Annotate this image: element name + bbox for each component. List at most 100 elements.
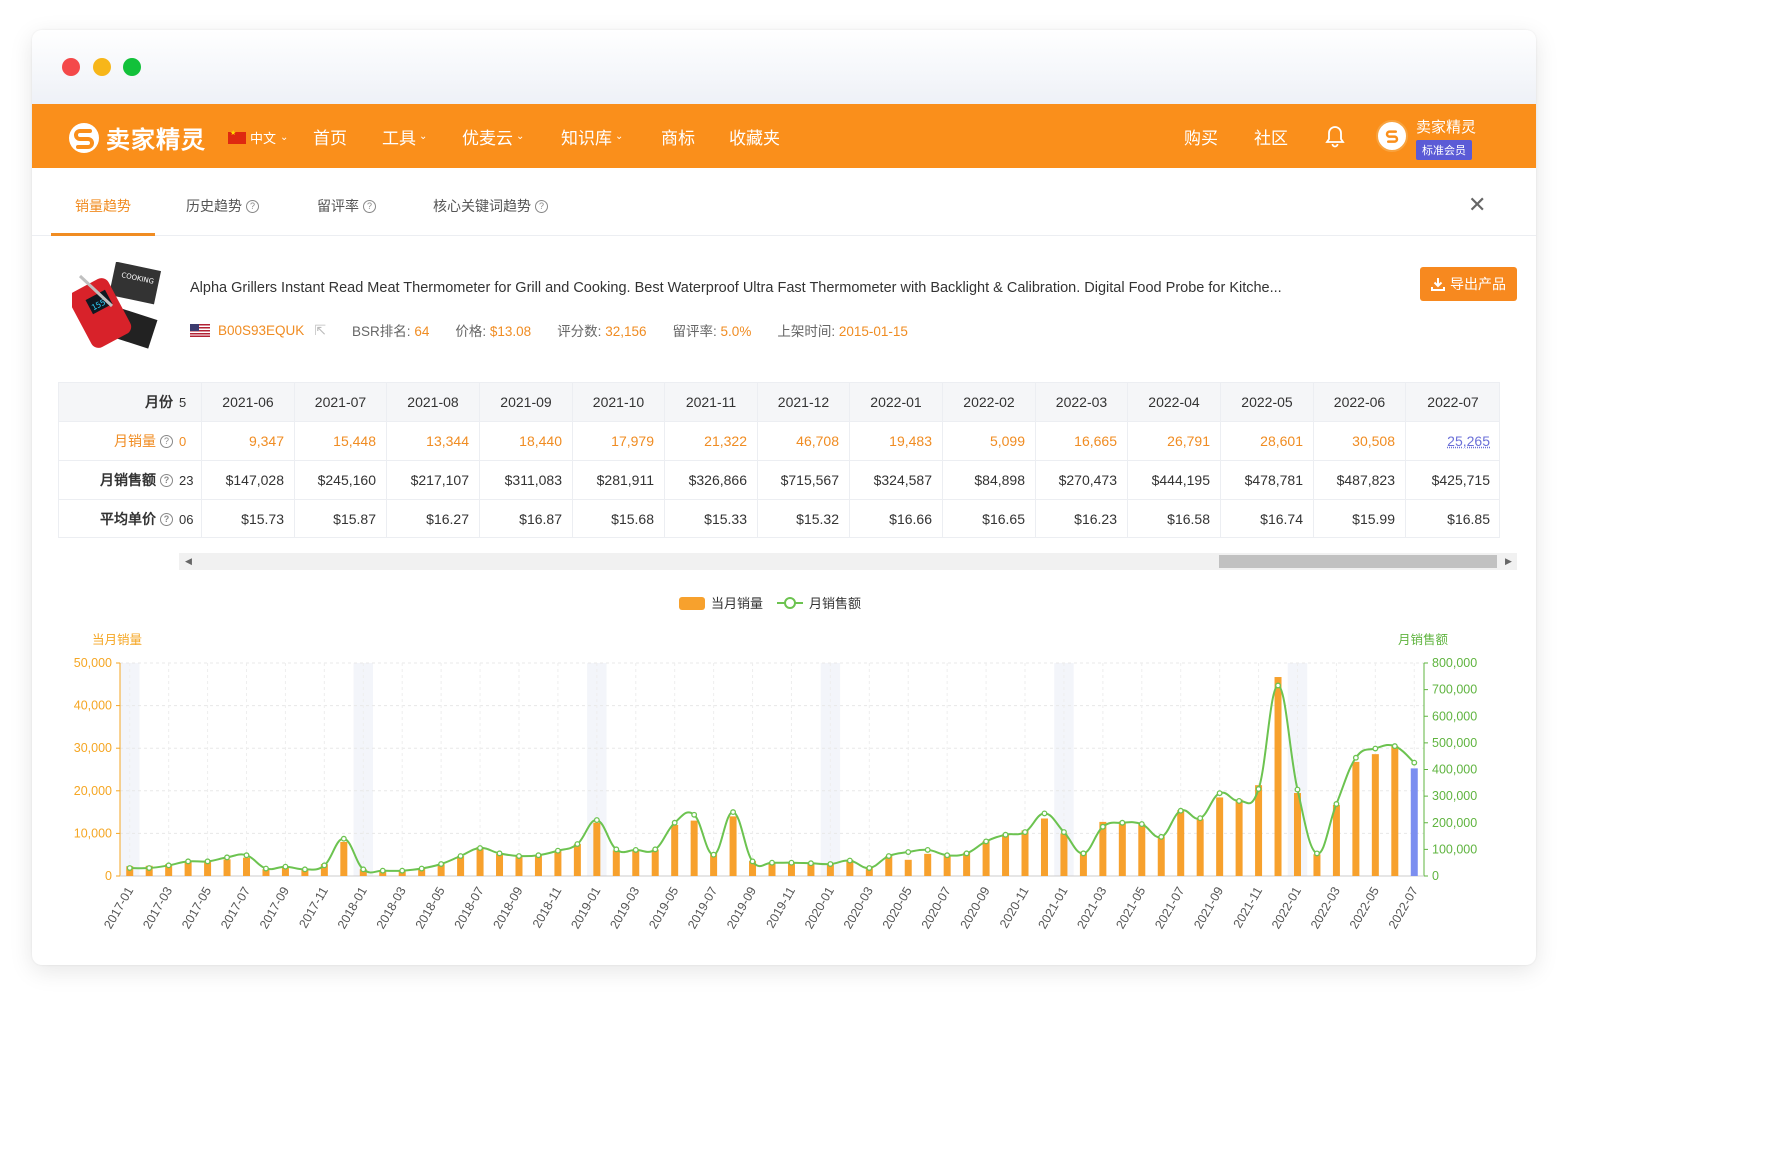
- maximize-window-button[interactable]: [123, 58, 141, 76]
- sales-bar[interactable]: [671, 824, 679, 876]
- sales-bar[interactable]: [1391, 746, 1399, 876]
- help-icon[interactable]: ?: [246, 199, 259, 213]
- tab-review-rate[interactable]: 留评率?: [317, 196, 376, 216]
- revenue-point[interactable]: [1119, 819, 1126, 826]
- sales-bar[interactable]: [885, 855, 893, 876]
- table-cell-value[interactable]: 25,265: [1447, 433, 1490, 449]
- sales-bar[interactable]: [982, 841, 990, 876]
- table-scrollbar[interactable]: ◀ ▶: [179, 553, 1517, 570]
- sales-bar[interactable]: [223, 859, 231, 876]
- revenue-point[interactable]: [360, 866, 367, 873]
- revenue-point[interactable]: [1372, 745, 1379, 752]
- revenue-point[interactable]: [126, 865, 133, 871]
- external-link-icon[interactable]: ⇱: [314, 322, 326, 339]
- sales-bar[interactable]: [457, 855, 465, 876]
- sales-bar[interactable]: [1196, 819, 1204, 876]
- product-image[interactable]: COOKING 155: [72, 262, 162, 356]
- sales-bar[interactable]: [340, 841, 348, 876]
- help-icon[interactable]: ?: [535, 199, 548, 213]
- revenue-point[interactable]: [885, 853, 892, 859]
- revenue-point[interactable]: [243, 852, 250, 859]
- revenue-point[interactable]: [1275, 682, 1281, 689]
- revenue-point[interactable]: [613, 846, 620, 853]
- language-selector[interactable]: 中文 ⌄: [228, 128, 288, 147]
- sales-bar[interactable]: [1235, 799, 1243, 876]
- revenue-point[interactable]: [1002, 831, 1009, 838]
- sales-bar[interactable]: [1352, 761, 1360, 876]
- sales-bar[interactable]: [651, 849, 659, 876]
- sales-bar[interactable]: [729, 816, 737, 876]
- scroll-left-icon[interactable]: ◀: [185, 556, 192, 567]
- help-icon[interactable]: ?: [160, 512, 173, 526]
- revenue-point[interactable]: [1197, 815, 1204, 822]
- revenue-point[interactable]: [1352, 754, 1359, 761]
- sales-bar[interactable]: [1274, 677, 1282, 876]
- help-icon[interactable]: ?: [160, 473, 173, 487]
- sales-bar[interactable]: [904, 859, 912, 876]
- revenue-point[interactable]: [1236, 797, 1243, 804]
- revenue-point[interactable]: [807, 860, 814, 867]
- scrollbar-thumb[interactable]: [1219, 555, 1497, 568]
- sales-bar[interactable]: [1332, 805, 1340, 876]
- revenue-point[interactable]: [827, 861, 834, 867]
- legend-label[interactable]: 月销售额: [809, 596, 861, 611]
- revenue-point[interactable]: [1333, 801, 1340, 807]
- revenue-point[interactable]: [418, 865, 425, 872]
- revenue-point[interactable]: [1080, 850, 1087, 857]
- revenue-point[interactable]: [593, 817, 600, 824]
- sales-bar[interactable]: [1371, 754, 1379, 876]
- sales-bar[interactable]: [1313, 854, 1321, 876]
- revenue-point[interactable]: [788, 859, 795, 866]
- revenue-point[interactable]: [301, 866, 308, 873]
- revenue-point[interactable]: [1216, 790, 1223, 797]
- revenue-point[interactable]: [185, 858, 192, 865]
- sales-bar[interactable]: [1040, 818, 1048, 876]
- export-product-button[interactable]: 导出产品: [1420, 267, 1517, 301]
- revenue-point[interactable]: [671, 819, 678, 826]
- scroll-right-icon[interactable]: ▶: [1505, 556, 1512, 567]
- sales-bar[interactable]: [1216, 797, 1224, 876]
- legend-bar-swatch[interactable]: [679, 597, 705, 610]
- legend-line-marker[interactable]: [784, 597, 796, 609]
- revenue-point[interactable]: [632, 846, 639, 853]
- sales-bar[interactable]: [476, 847, 484, 876]
- bell-icon[interactable]: [1324, 124, 1346, 148]
- revenue-point[interactable]: [146, 865, 153, 871]
- sales-bar[interactable]: [924, 853, 932, 876]
- sales-bar[interactable]: [496, 853, 504, 876]
- revenue-point[interactable]: [263, 865, 269, 872]
- help-icon[interactable]: ?: [160, 434, 173, 448]
- product-title[interactable]: Alpha Grillers Instant Read Meat Thermom…: [190, 280, 1400, 296]
- nav-item[interactable]: 知识库 ⌄: [561, 124, 623, 149]
- close-window-button[interactable]: [62, 58, 80, 76]
- sales-bar[interactable]: [1157, 836, 1165, 876]
- nav-item[interactable]: 首页: [313, 124, 347, 149]
- revenue-point[interactable]: [710, 851, 717, 858]
- revenue-point[interactable]: [769, 859, 775, 866]
- revenue-point[interactable]: [535, 852, 542, 859]
- revenue-point[interactable]: [321, 862, 328, 869]
- revenue-point[interactable]: [399, 867, 406, 874]
- revenue-point[interactable]: [924, 846, 931, 853]
- revenue-point[interactable]: [1060, 829, 1067, 836]
- nav-item[interactable]: 商标: [661, 124, 695, 149]
- revenue-point[interactable]: [1022, 829, 1028, 836]
- revenue-point[interactable]: [1177, 807, 1184, 814]
- sales-bar[interactable]: [612, 850, 620, 876]
- tab-keyword-trend[interactable]: 核心关键词趋势?: [433, 196, 548, 216]
- sales-bar[interactable]: [690, 820, 698, 876]
- revenue-point[interactable]: [1255, 786, 1262, 792]
- sales-bar[interactable]: [1410, 768, 1418, 876]
- revenue-point[interactable]: [438, 861, 445, 867]
- sales-bar[interactable]: [1293, 793, 1301, 876]
- revenue-point[interactable]: [282, 863, 289, 870]
- tab-history-trend[interactable]: 历史趋势?: [186, 196, 259, 216]
- revenue-point[interactable]: [1041, 810, 1048, 817]
- revenue-point[interactable]: [866, 865, 873, 871]
- avatar[interactable]: [1376, 120, 1408, 152]
- revenue-point[interactable]: [340, 835, 347, 842]
- nav-item[interactable]: 优麦云 ⌄: [462, 124, 524, 149]
- revenue-point[interactable]: [1294, 786, 1301, 793]
- revenue-point[interactable]: [944, 852, 951, 859]
- revenue-point[interactable]: [652, 846, 659, 853]
